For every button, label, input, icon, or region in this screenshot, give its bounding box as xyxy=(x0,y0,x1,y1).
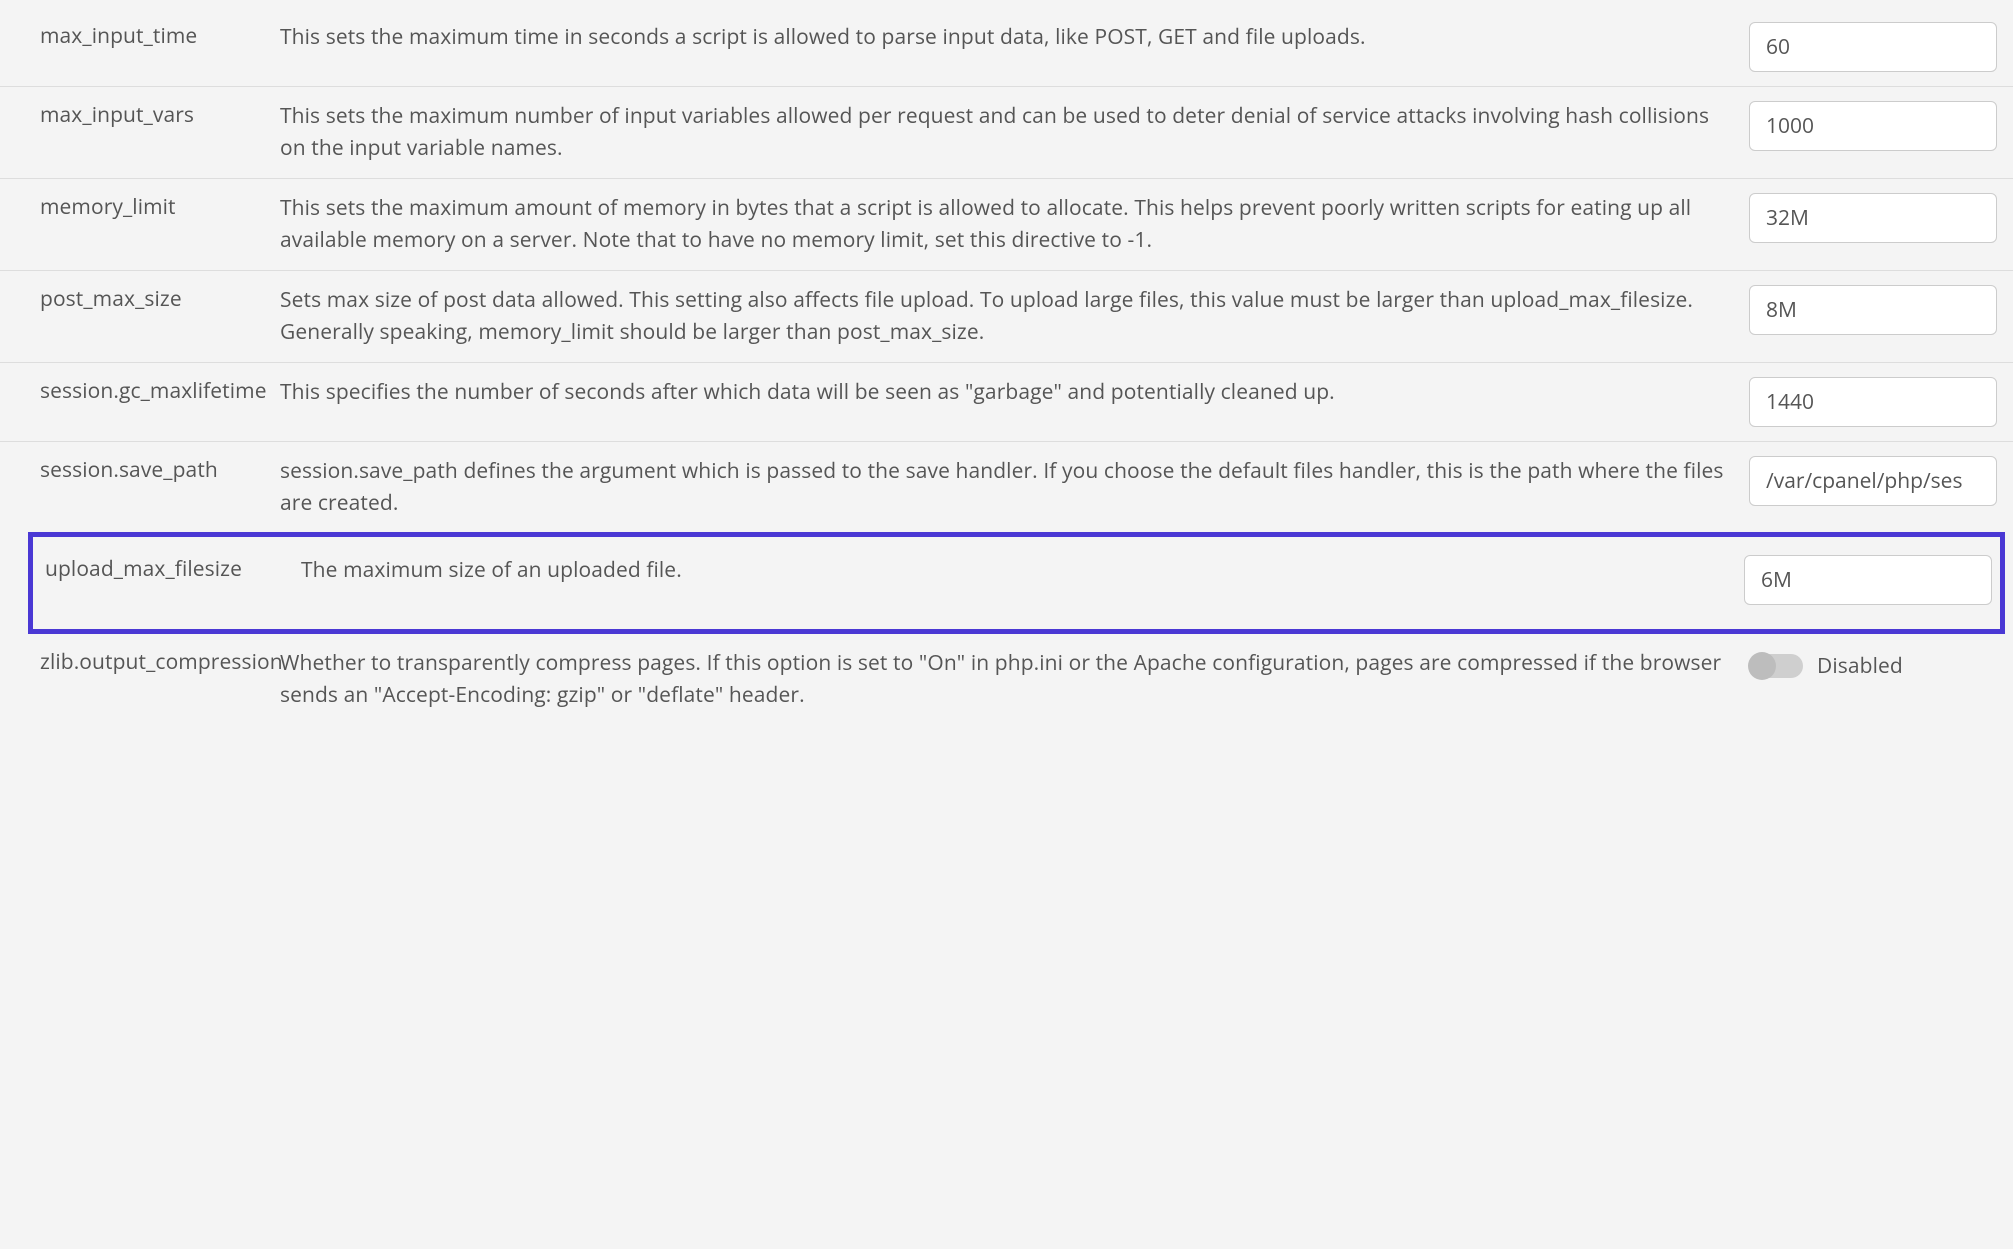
setting-description: Whether to transparently compress pages.… xyxy=(280,648,1749,711)
setting-description: The maximum size of an uploaded file. xyxy=(301,555,1744,587)
setting-row-post-max-size: post_max_sizeSets max size of post data … xyxy=(0,270,2013,362)
setting-value-input[interactable] xyxy=(1749,22,1997,72)
setting-row-max-input-time: max_input_timeThis sets the maximum time… xyxy=(0,0,2013,86)
setting-description: This sets the maximum amount of memory i… xyxy=(280,193,1749,256)
setting-value-input[interactable] xyxy=(1749,285,1997,335)
setting-value-input[interactable] xyxy=(1749,377,1997,427)
setting-description: This sets the maximum number of input va… xyxy=(280,101,1749,164)
setting-value-input[interactable] xyxy=(1744,555,1992,605)
setting-control xyxy=(1744,555,2000,605)
setting-value-input[interactable] xyxy=(1749,456,1997,506)
setting-control xyxy=(1749,22,2013,72)
setting-name: session.save_path xyxy=(0,456,280,484)
setting-row-session-gc-maxlifetime: session.gc_maxlifetimeThis specifies the… xyxy=(0,362,2013,441)
setting-name: post_max_size xyxy=(0,285,280,313)
setting-row-upload-max-filesize: upload_max_filesizeThe maximum size of a… xyxy=(28,532,2005,634)
setting-description: This specifies the number of seconds aft… xyxy=(280,377,1749,409)
setting-value-input[interactable] xyxy=(1749,101,1997,151)
setting-row-session-save-path: session.save_pathsession.save_path defin… xyxy=(0,441,2013,533)
setting-row-memory-limit: memory_limitThis sets the maximum amount… xyxy=(0,178,2013,270)
toggle-label: Disabled xyxy=(1817,652,1903,680)
setting-control xyxy=(1749,193,2013,243)
setting-control xyxy=(1749,285,2013,335)
setting-description: session.save_path defines the argument w… xyxy=(280,456,1749,519)
setting-row-max-input-vars: max_input_varsThis sets the maximum numb… xyxy=(0,86,2013,178)
setting-control xyxy=(1749,377,2013,427)
toggle-switch[interactable] xyxy=(1749,654,1803,678)
setting-row-zlib-output-compression: zlib.output_compressionWhether to transp… xyxy=(0,634,2013,725)
toggle-wrap: Disabled xyxy=(1749,648,1997,680)
setting-control xyxy=(1749,456,2013,506)
setting-control: Disabled xyxy=(1749,648,2013,680)
php-settings-table: max_input_timeThis sets the maximum time… xyxy=(0,0,2013,725)
setting-value-input[interactable] xyxy=(1749,193,1997,243)
setting-name: memory_limit xyxy=(0,193,280,221)
setting-name: zlib.output_compression xyxy=(0,648,280,676)
setting-name: session.gc_maxlifetime xyxy=(0,377,280,405)
setting-name: max_input_time xyxy=(0,22,280,50)
setting-description: This sets the maximum time in seconds a … xyxy=(280,22,1749,54)
toggle-knob xyxy=(1748,652,1776,680)
setting-name: upload_max_filesize xyxy=(33,555,301,583)
setting-description: Sets max size of post data allowed. This… xyxy=(280,285,1749,348)
setting-name: max_input_vars xyxy=(0,101,280,129)
setting-control xyxy=(1749,101,2013,151)
